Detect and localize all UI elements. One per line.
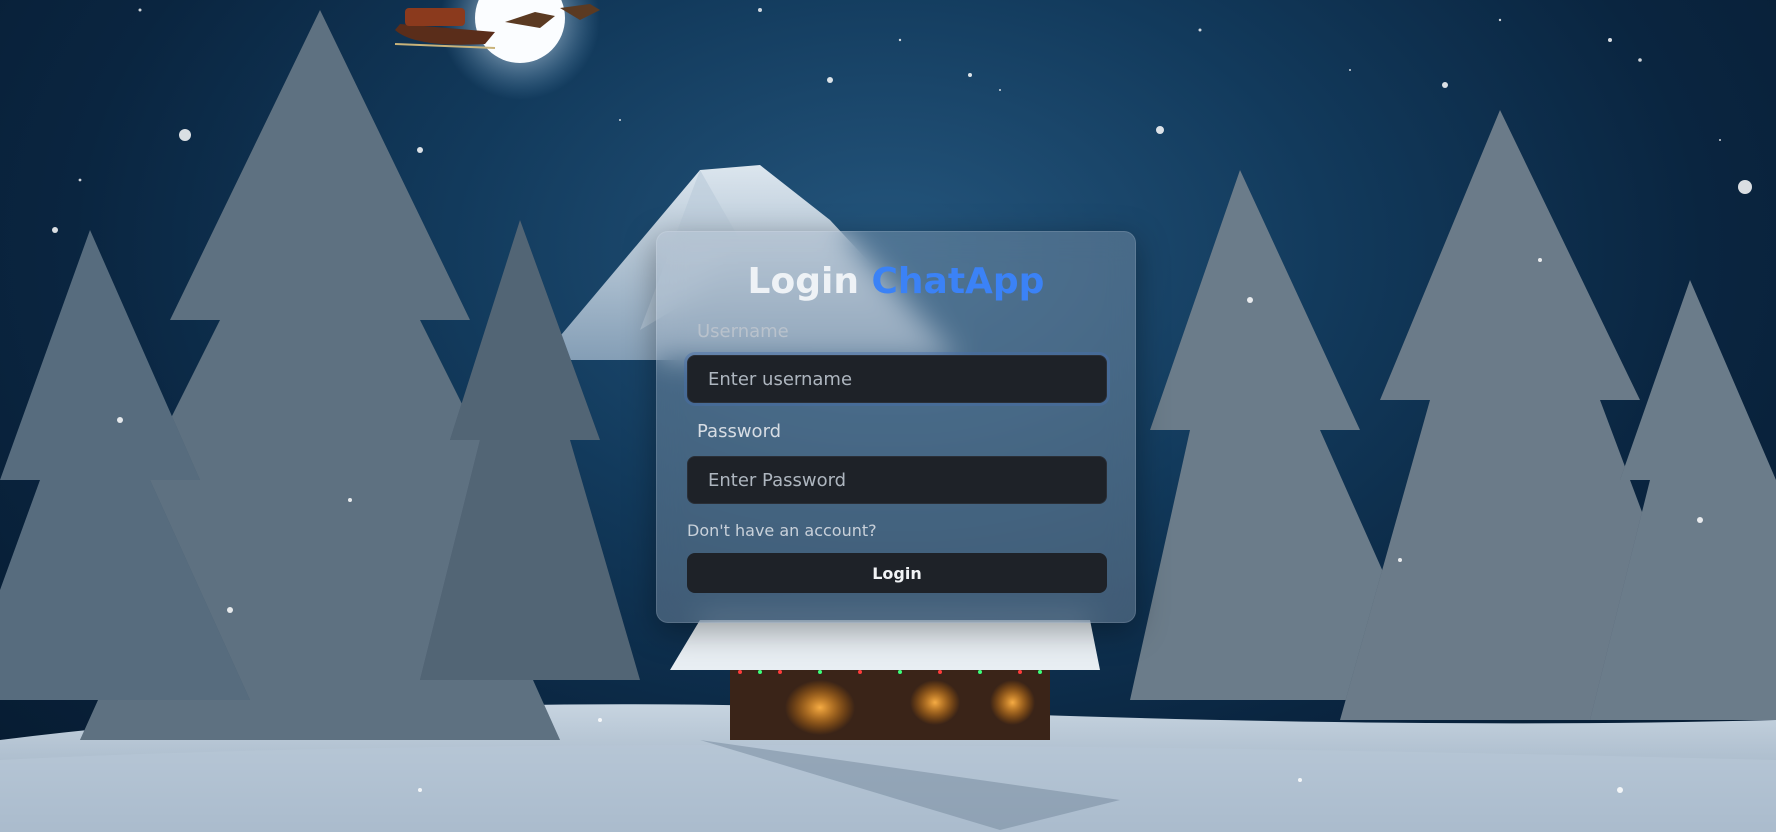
title-brand: ChatApp [871,261,1045,302]
login-card: Login ChatApp Username Password Don't ha… [656,231,1136,623]
username-input[interactable] [687,355,1107,403]
pine-tree-icon [1130,110,1776,720]
cabin-icon [670,620,1100,740]
title-prefix: Login [747,261,859,302]
login-button[interactable]: Login [687,553,1107,593]
password-input[interactable] [687,456,1107,504]
username-label: Username [697,321,789,342]
signup-link[interactable]: Don't have an account? [687,521,877,540]
pine-tree-icon [0,10,640,740]
password-label: Password [697,421,782,442]
page-title: Login ChatApp [657,260,1135,304]
login-page: Login ChatApp Username Password Don't ha… [0,0,1776,832]
